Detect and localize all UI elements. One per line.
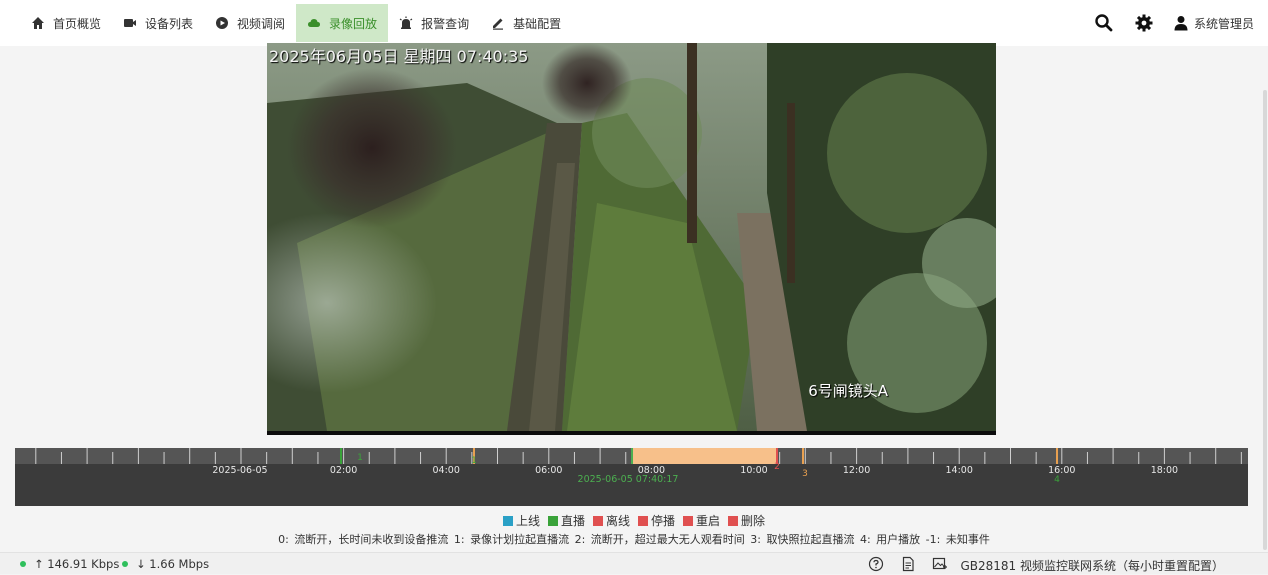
nav-item-label: 设备列表 [145,16,194,31]
legend-item: 删除 [728,512,765,529]
playback-timeline[interactable]: 2025-06-05 02:00 04:00 06:00 08:00 10:00 12:0… [15,448,1248,506]
nav-item-video-view[interactable]: 视频调阅 [204,4,296,42]
event-code-descriptions: 0: 流断开，长时间未收到设备推流 1: 录像计划拉起直播流 2: 流断开，超过… [278,533,990,546]
legend-item: 停播 [638,512,675,529]
nav-item-label: 基础配置 [513,16,562,31]
event-marker-number: 4 [1054,475,1060,485]
gear-icon[interactable] [1134,13,1154,33]
top-navigation-bar: 首页概览 设备列表 视频调阅 录像回放 报警查询 基础配置 系统管理员 [0,0,1268,46]
timeline-hour-label: 12:00 [843,465,870,476]
event-marker-number: 1 [357,453,363,463]
timeline-track[interactable]: 2025-06-05 02:00 04:00 06:00 08:00 10:00 12:0… [15,448,1248,506]
legend-item: 直播 [547,512,585,529]
nav-item-label: 录像回放 [329,16,378,31]
legend-item: 上线 [502,512,540,529]
timeline-hour-labels: 02:00 04:00 06:00 08:00 10:00 12:00 14:00 16:00… [330,465,1178,476]
timeline-hour-label: 02:00 [330,465,357,476]
status-dot [122,561,128,567]
timeline-date-label: 2025-06-05 [212,465,267,476]
main-nav: 首页概览 设备列表 视频调阅 录像回放 报警查询 基础配置 [20,4,572,42]
nav-item-label: 视频调阅 [237,16,286,31]
timeline-hour-label: 04:00 [433,465,460,476]
camera-name-overlay: 6号闸镜头A [808,382,888,400]
legend-swatch [592,515,603,526]
event-legend: 上线 直播 离线 停播 重启 删除 [0,512,1268,529]
status-bar: ↑ 146.91 Kbps ↓ 1.66 Mbps GB28181 视频监控联网… [0,552,1268,574]
help-icon[interactable] [868,556,884,572]
legend-swatch [547,515,558,526]
upload-rate: ↑ 146.91 Kbps [20,557,119,571]
nav-item-recording-playback[interactable]: 录像回放 [296,4,389,42]
search-icon[interactable] [1094,13,1114,33]
system-name: GB28181 视频监控联网系统（每小时重置配置） [960,559,1224,573]
nav-item-alarm-query[interactable]: 报警查询 [388,4,480,42]
user-icon [1174,16,1188,31]
cloud-icon [307,16,323,30]
timeline-hour-label: 10:00 [740,465,767,476]
nav-item-label: 首页概览 [53,16,102,31]
video-camera-icon [123,16,139,30]
nav-item-basic-config[interactable]: 基础配置 [480,4,572,42]
timeline-hour-label: 18:00 [1151,465,1178,476]
video-player[interactable]: 2025年06月05日 星期四 07:40:35 6号闸镜头A [267,43,996,435]
event-marker-number: 3 [802,469,808,479]
legend-item: 重启 [683,512,720,529]
document-icon[interactable] [900,556,916,572]
edit-icon [491,16,507,30]
camera-frame-image [267,43,996,431]
upload-rate-value: ↑ 146.91 Kbps [34,557,120,571]
event-marker-number: 1 [471,456,477,466]
timeline-hour-label: 06:00 [535,465,562,476]
legend-swatch [638,515,648,526]
page-scrollbar[interactable] [1263,90,1267,550]
nav-item-home[interactable]: 首页概览 [20,4,112,42]
user-menu[interactable]: 系统管理员 [1174,15,1254,32]
timeline-hour-label: 16:00 [1048,465,1075,476]
status-icons [852,556,948,572]
legend-item: 离线 [592,512,630,529]
legend-swatch [683,515,694,526]
timeline-cursor-time: 2025-06-05 07:40:17 [578,474,679,485]
user-name: 系统管理员 [1193,16,1254,31]
legend-swatch [728,515,739,526]
video-timestamp-overlay: 2025年06月05日 星期四 07:40:35 [269,47,529,66]
status-dot [20,561,26,567]
image-icon[interactable] [932,556,948,572]
play-circle-icon [215,16,231,30]
recording-segment [632,448,777,464]
alarm-icon [399,16,415,30]
nav-item-label: 报警查询 [421,16,470,31]
nav-item-device-list[interactable]: 设备列表 [112,4,204,42]
header-tools: 系统管理员 [1074,0,1254,46]
download-rate-value: ↓ 1.66 Mbps [136,557,210,571]
download-rate: ↓ 1.66 Mbps [122,557,209,571]
event-marker-number: 2 [774,462,780,472]
home-icon [31,16,47,30]
legend-swatch [502,515,513,526]
timeline-hour-label: 14:00 [946,465,973,476]
